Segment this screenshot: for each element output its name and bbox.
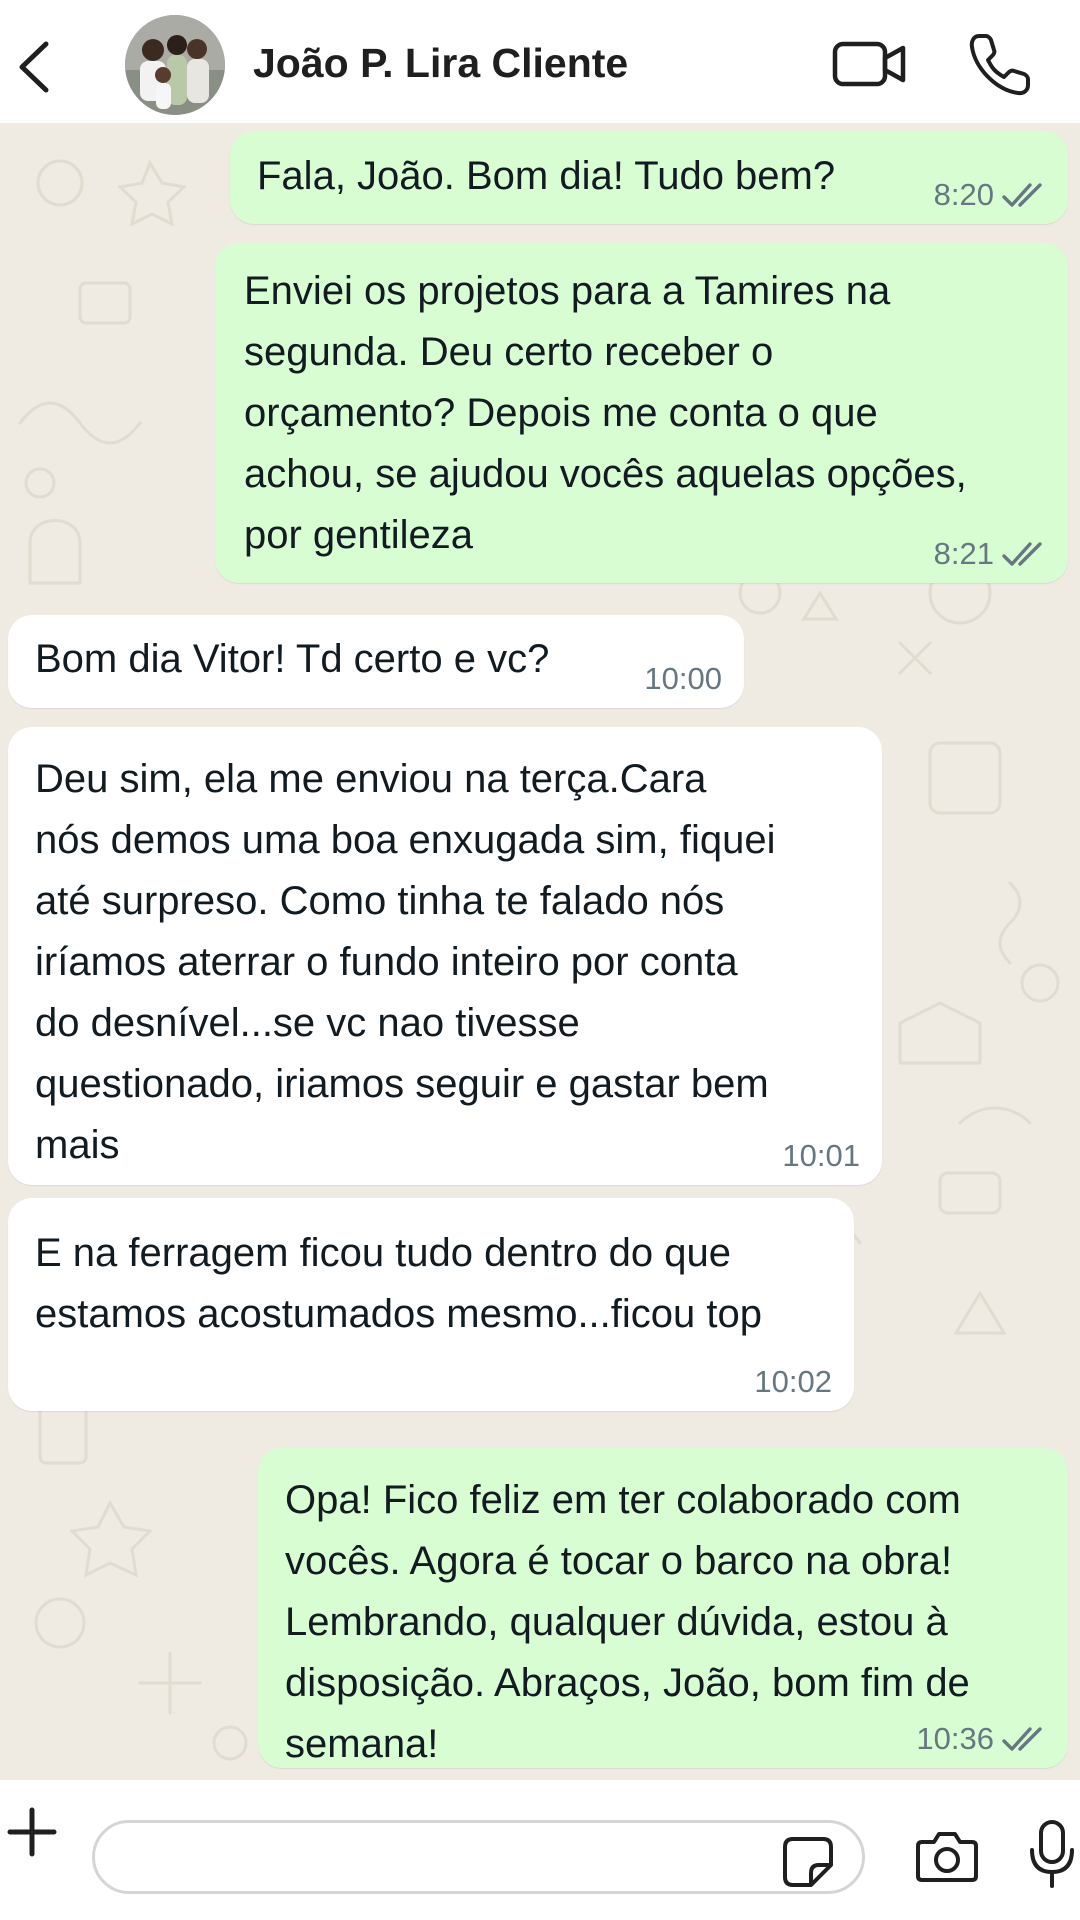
sticker-button[interactable]: [781, 1835, 835, 1889]
message-time: 8:21: [933, 536, 994, 571]
attach-button[interactable]: [0, 1800, 64, 1864]
incoming-message[interactable]: Bom dia Vitor! Td certo e vc? 10:00: [8, 615, 744, 708]
outgoing-message[interactable]: Opa! Fico feliz em ter colaborado com vo…: [258, 1448, 1068, 1768]
message-meta: 8:21: [934, 537, 1046, 571]
double-check-icon: [1002, 542, 1042, 566]
video-camera-icon: [832, 41, 906, 87]
contact-name[interactable]: João P. Lira Cliente: [253, 40, 628, 87]
incoming-message[interactable]: E na ferragem ficou tudo dentro do que e…: [8, 1198, 854, 1411]
sticker-icon: [783, 1837, 833, 1887]
outgoing-message[interactable]: Enviei os projetos para a Tamires na seg…: [215, 243, 1068, 583]
message-time: 10:00: [644, 661, 722, 696]
message-text: Fala, João. Bom dia! Tudo bem?: [257, 154, 836, 198]
message-meta: 10:00: [644, 662, 722, 696]
message-meta: 10:02: [754, 1365, 832, 1399]
camera-button[interactable]: [914, 1826, 980, 1886]
voice-call-button[interactable]: [965, 30, 1035, 100]
message-time: 10:01: [782, 1138, 860, 1173]
message-time: 10:02: [754, 1364, 832, 1399]
message-meta: 8:20: [934, 178, 1046, 212]
phone-icon: [969, 34, 1030, 96]
incoming-message[interactable]: Deu sim, ela me enviou na terça.Cara nós…: [8, 727, 882, 1185]
chat-header: João P. Lira Cliente: [0, 0, 1080, 123]
plus-icon: [7, 1807, 57, 1857]
message-time: 10:36: [916, 1721, 994, 1756]
message-time: 8:20: [933, 177, 994, 212]
message-input[interactable]: [92, 1820, 865, 1894]
double-check-icon: [1002, 183, 1042, 207]
microphone-button[interactable]: [1028, 1818, 1076, 1890]
avatar[interactable]: [125, 15, 225, 115]
message-input-bar: [0, 1780, 1080, 1920]
message-text: Bom dia Vitor! Td certo e vc?: [35, 637, 550, 681]
outgoing-message[interactable]: Fala, João. Bom dia! Tudo bem? 8:20: [230, 131, 1068, 224]
message-meta: 10:36: [916, 1722, 1046, 1756]
video-call-button[interactable]: [830, 34, 910, 94]
chat-area[interactable]: Fala, João. Bom dia! Tudo bem? 8:20 Envi…: [0, 123, 1080, 1780]
message-text: Deu sim, ela me enviou na terça.Cara nós…: [35, 757, 776, 1167]
message-text: E na ferragem ficou tudo dentro do que e…: [35, 1231, 762, 1336]
double-check-icon: [1002, 1727, 1042, 1751]
camera-icon: [916, 1832, 978, 1882]
message-meta: 10:01: [782, 1139, 860, 1173]
message-text: Enviei os projetos para a Tamires na seg…: [244, 269, 967, 557]
back-button[interactable]: [10, 34, 60, 100]
chevron-left-icon: [19, 41, 49, 93]
microphone-icon: [1030, 1820, 1074, 1888]
